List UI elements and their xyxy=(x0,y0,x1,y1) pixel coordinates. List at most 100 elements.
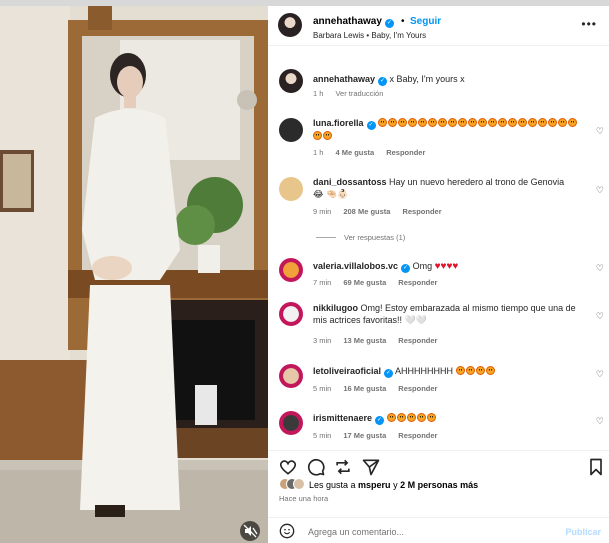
add-comment-bar: Agrega un comentario... Publicar xyxy=(268,517,609,543)
reply-button[interactable]: Responder xyxy=(398,384,437,393)
view-replies-link[interactable]: Ver respuestas (1) xyxy=(316,233,405,242)
like-comment-icon[interactable]: ♡ xyxy=(596,185,604,196)
star-struck-emoji xyxy=(323,131,332,140)
comment-meta: 5 min 17 Me gusta Responder xyxy=(313,431,437,440)
comment-username[interactable]: dani_dossantoss xyxy=(313,177,387,187)
post-time-ago: Hace una hora xyxy=(279,494,329,503)
likes-prefix: Les gusta a xyxy=(309,480,359,490)
more-options-icon[interactable]: ••• xyxy=(581,17,597,31)
reply-button[interactable]: Responder xyxy=(398,278,437,287)
share-send-icon[interactable] xyxy=(361,457,381,477)
reply-button[interactable]: Responder xyxy=(386,148,425,157)
comment-likes[interactable]: 4 Me gusta xyxy=(335,148,374,157)
save-bookmark-icon[interactable] xyxy=(586,457,606,477)
post-side-panel: annehathaway ✓ • Seguir Barbara Lewis • B… xyxy=(268,6,609,543)
comment-text: luna.fiorella ✓ xyxy=(313,117,581,142)
author-avatar[interactable] xyxy=(278,13,302,37)
emoji-row xyxy=(386,413,437,423)
post-header: annehathaway ✓ • Seguir Barbara Lewis • B… xyxy=(268,6,609,46)
audio-track-link[interactable]: Barbara Lewis • Baby, I'm Yours xyxy=(313,31,426,40)
comment-avatar[interactable] xyxy=(279,118,303,142)
star-struck-emoji xyxy=(568,118,578,127)
like-comment-icon[interactable]: ♡ xyxy=(596,416,604,427)
like-comment-icon[interactable]: ♡ xyxy=(596,263,604,274)
comment-meta: 5 min 16 Me gusta Responder xyxy=(313,384,437,393)
comment-time: 3 min xyxy=(313,336,332,345)
comment-likes[interactable]: 17 Me gusta xyxy=(343,431,386,440)
comment-text: dani_dossantoss Hay un nuevo heredero al… xyxy=(313,176,581,200)
comment-time: 1 h xyxy=(313,148,324,157)
comment-username[interactable]: valeria.villalobos.vc xyxy=(313,261,398,271)
likes-count-link[interactable]: 2 M personas más xyxy=(400,480,478,490)
repost-icon[interactable] xyxy=(333,457,353,477)
star-struck-emoji xyxy=(406,413,416,422)
star-struck-emoji xyxy=(438,118,448,127)
star-struck-emoji xyxy=(313,131,322,140)
star-struck-emoji xyxy=(488,118,498,127)
comment-body: Omg xyxy=(412,261,433,271)
comment-username[interactable]: irismittenaere xyxy=(313,413,372,423)
likes-user-link[interactable]: msperu xyxy=(358,480,391,490)
like-comment-icon[interactable]: ♡ xyxy=(596,311,604,322)
reply-button[interactable]: Responder xyxy=(402,207,441,216)
comment-meta: 7 min 69 Me gusta Responder xyxy=(313,278,437,287)
likes-mid: y xyxy=(390,480,401,490)
comment-meta: 3 min 13 Me gusta Responder xyxy=(313,336,437,345)
comment-likes[interactable]: 16 Me gusta xyxy=(343,384,386,393)
comment-avatar[interactable] xyxy=(279,258,303,282)
star-struck-emoji xyxy=(418,118,428,127)
liker-avatar xyxy=(293,478,305,490)
likes-summary: Les gusta a msperu y 2 M personas más xyxy=(279,478,478,490)
follow-button[interactable]: Seguir xyxy=(410,16,441,27)
comment-input[interactable]: Agrega un comentario... xyxy=(308,527,404,537)
star-struck-emoji xyxy=(465,366,475,375)
star-struck-emoji xyxy=(458,118,468,127)
verified-badge-icon: ✓ xyxy=(384,19,394,28)
mute-button[interactable] xyxy=(240,521,260,541)
author-username[interactable]: annehathaway xyxy=(313,16,382,27)
like-comment-icon[interactable]: ♡ xyxy=(596,369,604,380)
verified-badge-icon: ✓ xyxy=(378,77,388,86)
comment-username[interactable]: letoliveiraoficial xyxy=(313,366,381,376)
star-struck-emoji xyxy=(558,118,568,127)
photo-image xyxy=(0,0,268,543)
verified-badge-icon: ✓ xyxy=(401,264,411,273)
comment-time: 7 min xyxy=(313,278,332,287)
comment-avatar[interactable] xyxy=(279,177,303,201)
comment-likes[interactable]: 208 Me gusta xyxy=(343,207,390,216)
caption-username[interactable]: annehathaway xyxy=(313,74,375,84)
comment-hearts: ♥♥♥♥ xyxy=(434,261,459,272)
view-replies-label[interactable]: Ver respuestas (1) xyxy=(344,233,405,242)
see-translation-link[interactable]: Ver traducción xyxy=(335,89,383,98)
caption-avatar[interactable] xyxy=(279,69,303,93)
star-struck-emoji xyxy=(468,118,478,127)
verified-badge-icon: ✓ xyxy=(384,369,394,378)
star-struck-emoji xyxy=(485,366,495,375)
publish-button[interactable]: Publicar xyxy=(565,527,601,537)
comment-bubble-icon[interactable] xyxy=(306,457,326,477)
post-photo[interactable] xyxy=(0,0,268,543)
caption-meta: 1 h Ver traducción xyxy=(313,89,383,98)
reply-button[interactable]: Responder xyxy=(398,336,437,345)
comment-avatar[interactable] xyxy=(279,411,303,435)
comment-likes[interactable]: 13 Me gusta xyxy=(343,336,386,345)
comment-time: 9 min xyxy=(313,207,332,216)
caption-time: 1 h xyxy=(313,89,324,98)
star-struck-emoji xyxy=(548,118,558,127)
star-struck-emoji xyxy=(518,118,528,127)
comment-avatar[interactable] xyxy=(279,364,303,388)
star-struck-emoji xyxy=(528,118,538,127)
comment-time: 5 min xyxy=(313,431,332,440)
reply-button[interactable]: Responder xyxy=(398,431,437,440)
emoji-row xyxy=(455,366,496,376)
author-username-wrap[interactable]: annehathaway ✓ xyxy=(313,16,394,28)
browser-top-strip: · · · · · · · · · · · · · · · xyxy=(0,0,609,6)
like-heart-icon[interactable] xyxy=(278,457,298,477)
comment-emojis: 😂 🤏🏻👶🏻 xyxy=(313,189,349,199)
comment-username[interactable]: nikkilugoo xyxy=(313,303,358,313)
emoji-picker-icon[interactable] xyxy=(279,523,295,539)
like-comment-icon[interactable]: ♡ xyxy=(596,126,604,137)
comment-avatar[interactable] xyxy=(279,302,303,326)
comment-likes[interactable]: 69 Me gusta xyxy=(343,278,386,287)
comment-username[interactable]: luna.fiorella xyxy=(313,118,364,128)
